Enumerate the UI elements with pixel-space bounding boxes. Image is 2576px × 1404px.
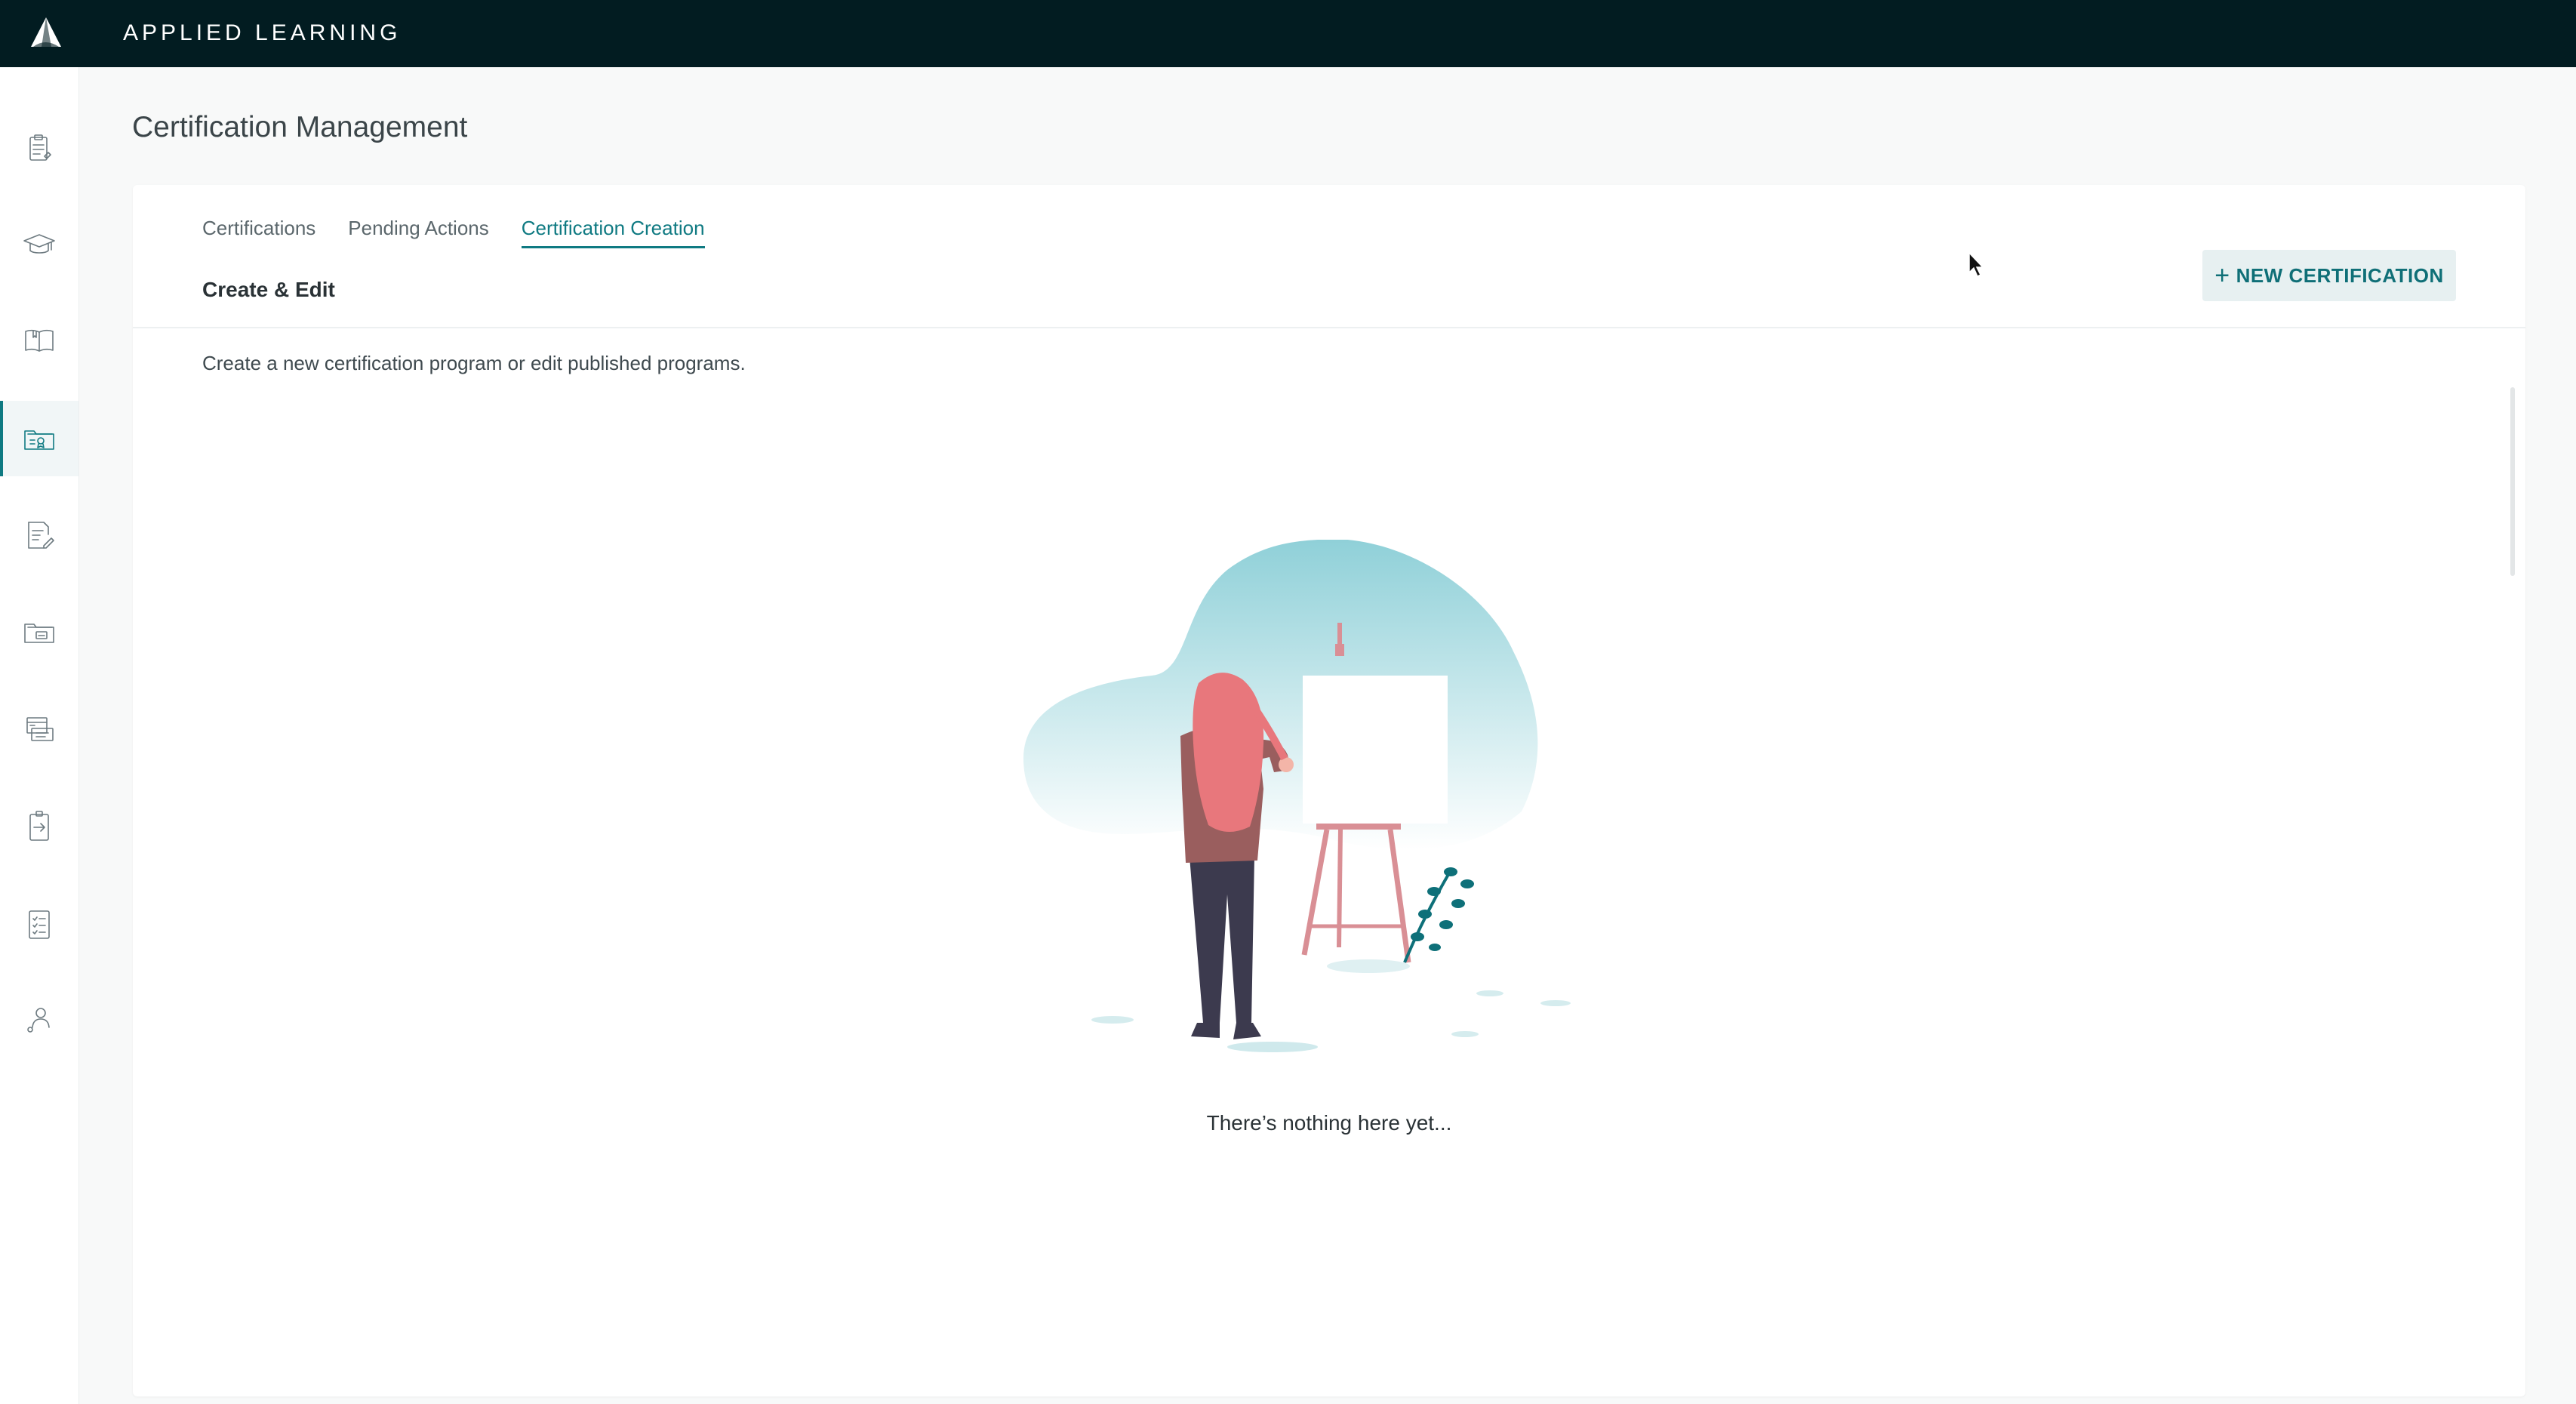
course-library-icon [26,717,54,741]
new-certification-label: NEW CERTIFICATION [2236,263,2444,287]
section-description: Create a new certification program or ed… [202,352,746,374]
sidebar-item-clipboard[interactable] [0,111,78,186]
section-divider [133,327,2525,328]
sidebar-item-library[interactable] [0,691,78,766]
sidebar-item-graduation[interactable] [0,206,78,282]
mouse-cursor-icon [1968,251,1984,278]
tab-certifications[interactable]: Certifications [202,215,315,248]
scrollbar[interactable] [2510,387,2515,576]
empty-state-illustration [1023,540,1571,1052]
edit-document-icon [28,522,54,549]
page-title: Certification Management [132,111,468,143]
main-card: Certifications Pending Actions Certifica… [133,185,2525,1396]
sidebar-item-folder[interactable] [0,594,78,670]
certificate-folder-icon [24,430,54,450]
sidebar [0,67,79,1404]
sidebar-item-book[interactable] [0,303,78,378]
empty-state-message: There’s nothing here yet... [1206,1111,1452,1135]
clipboard-icon [29,134,51,161]
section-title: Create & Edit [202,278,335,301]
sidebar-item-checklist[interactable] [0,887,78,962]
tab-pending-actions[interactable]: Pending Actions [348,215,488,248]
new-certification-button[interactable]: + NEW CERTIFICATION [2202,250,2456,301]
folder-icon [24,623,54,643]
checklist-icon [29,910,50,939]
tab-certification-creation[interactable]: Certification Creation [521,215,705,248]
brand-name: APPLIED LEARNING [123,20,402,45]
assignment-arrow-icon [29,811,49,841]
top-bar: APPLIED LEARNING [0,0,2576,67]
sidebar-item-edit[interactable] [0,497,78,573]
open-book-icon [25,329,54,352]
sidebar-item-profile[interactable] [0,982,78,1058]
sidebar-item-assignments[interactable] [0,789,78,864]
tab-bar: Certifications Pending Actions Certifica… [202,215,705,248]
user-profile-icon [27,1008,50,1033]
plus-icon: + [2214,261,2230,290]
applied-learning-logo-icon[interactable] [29,15,63,50]
graduation-cap-icon [23,234,55,254]
sidebar-item-certifications[interactable] [0,401,78,476]
